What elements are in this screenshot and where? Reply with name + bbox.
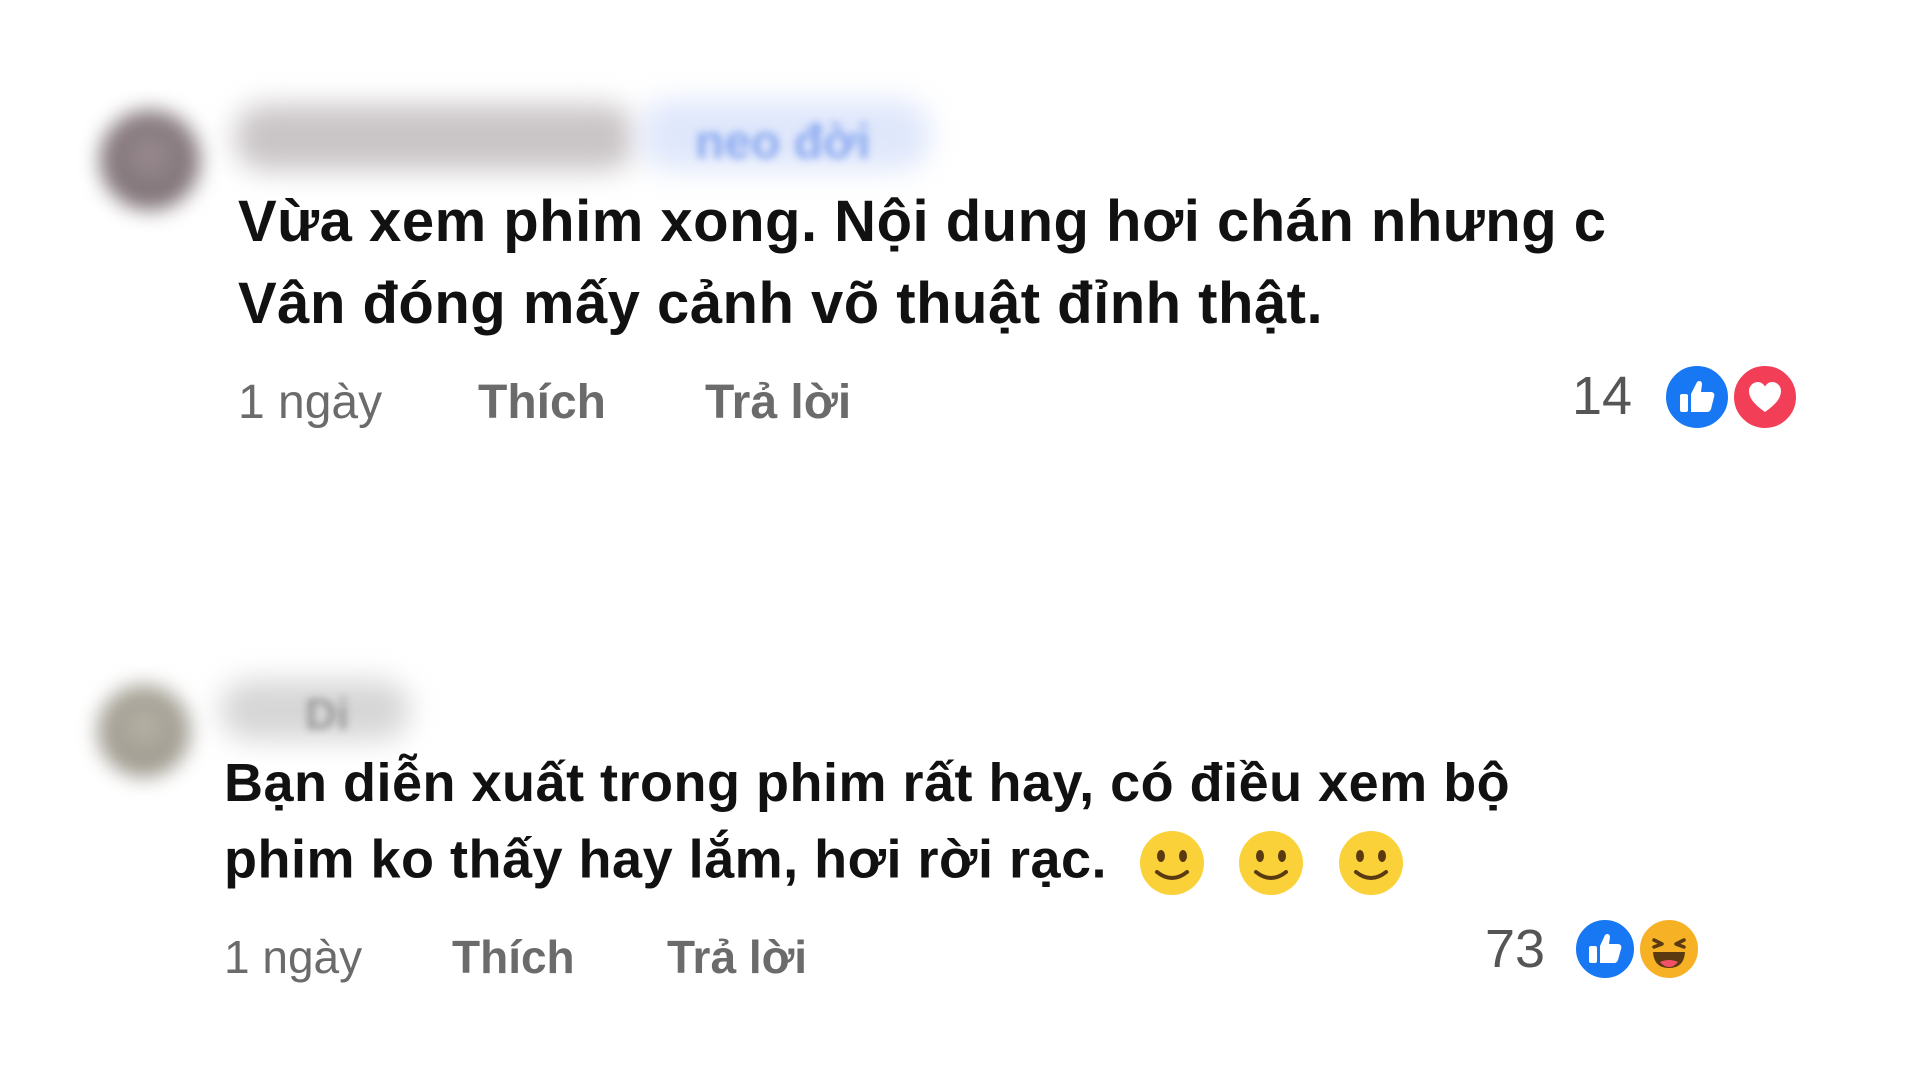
reaction-count[interactable]: 73 bbox=[1485, 918, 1545, 980]
haha-icon[interactable] bbox=[1636, 916, 1702, 982]
comment-text-line-2: phim ko thấy hay lắm, hơi rời rạc. bbox=[224, 828, 1406, 898]
smiley-icon bbox=[1338, 831, 1403, 895]
avatar[interactable] bbox=[98, 685, 190, 777]
comment-2: Di Bạn diễn xuất trong phim rất hay, có … bbox=[0, 0, 1920, 1080]
like-button[interactable]: Thích bbox=[452, 930, 575, 984]
like-icon[interactable] bbox=[1572, 916, 1638, 982]
author-name[interactable]: Di bbox=[305, 690, 349, 740]
comment-text-line-2-text: phim ko thấy hay lắm, hơi rời rạc. bbox=[224, 829, 1108, 890]
comments-page: neo đời Vừa xem phim xong. Nội dung hơi … bbox=[0, 0, 1920, 1080]
comment-timestamp[interactable]: 1 ngày bbox=[224, 930, 362, 984]
reply-button[interactable]: Trả lời bbox=[667, 930, 807, 984]
smiley-icon bbox=[1139, 831, 1204, 895]
smiley-icon bbox=[1239, 831, 1304, 895]
comment-text-line-1: Bạn diễn xuất trong phim rất hay, có điề… bbox=[224, 753, 1511, 813]
